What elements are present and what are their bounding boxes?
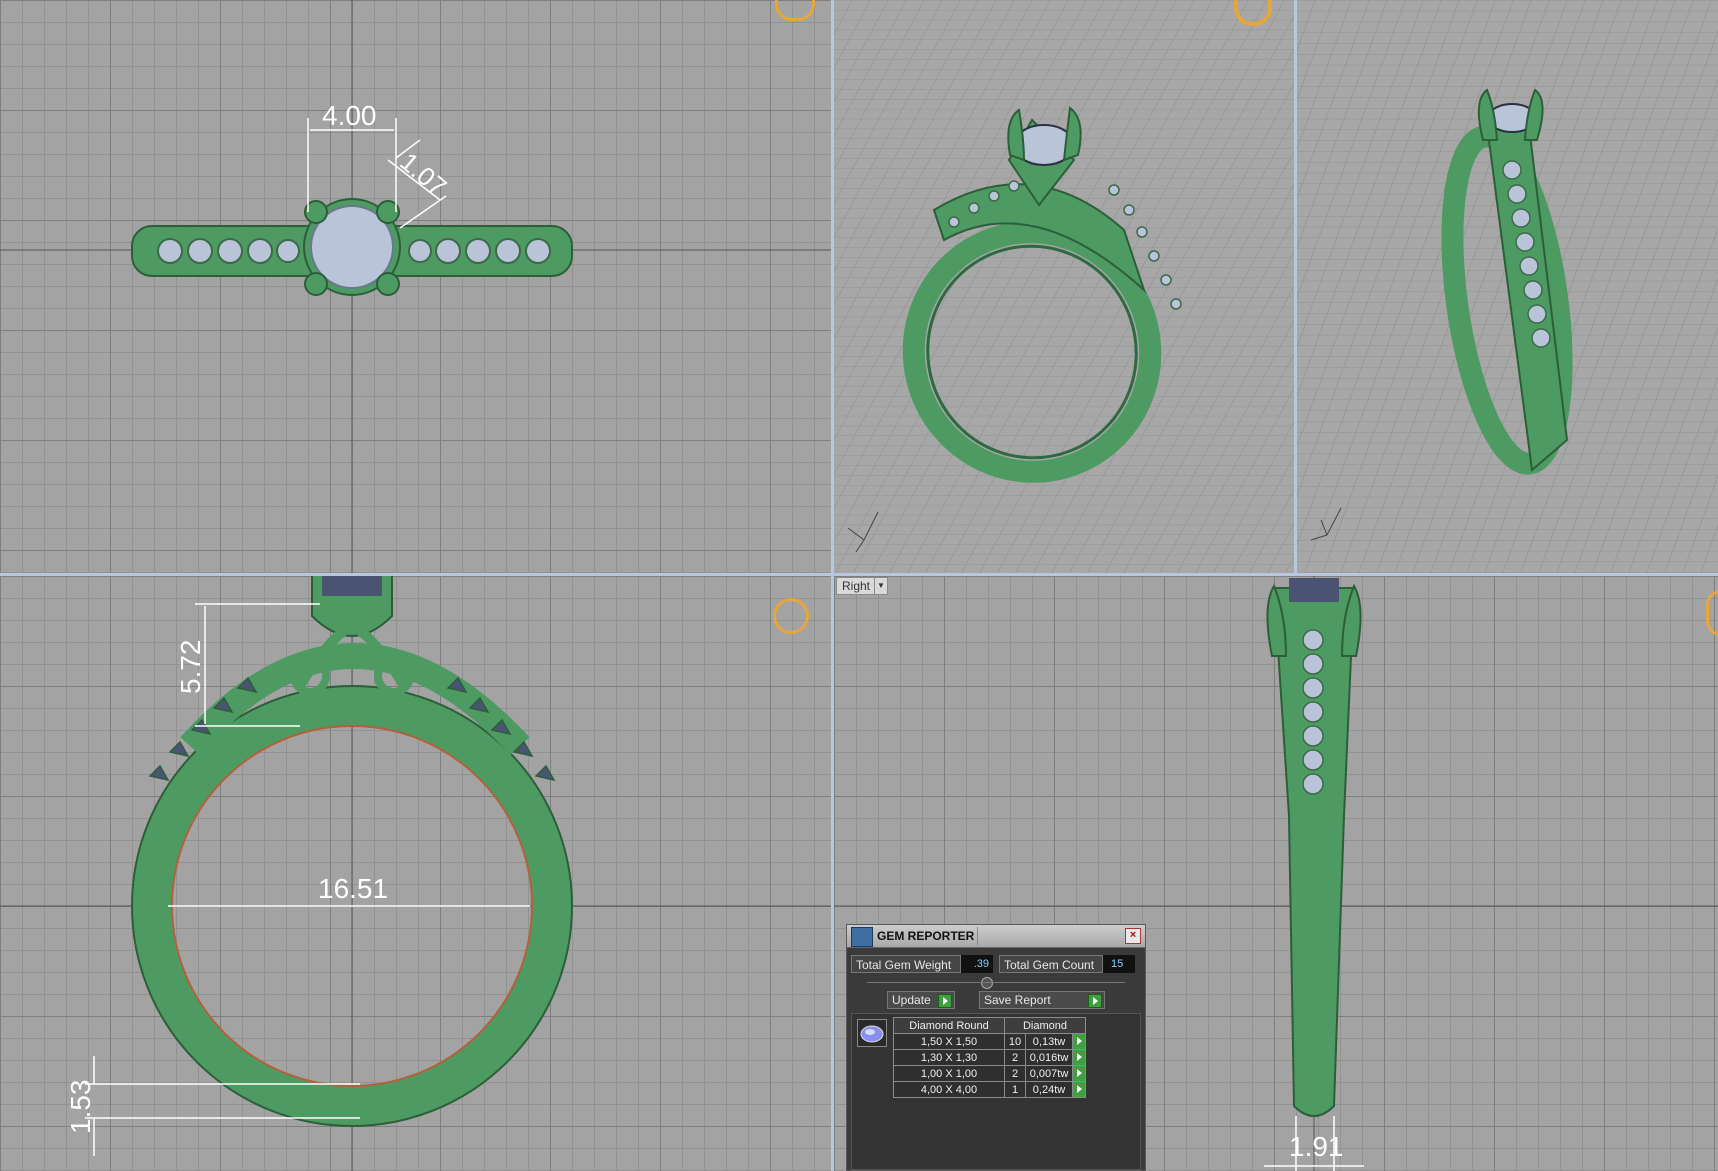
row-select-icon[interactable] [1072,1033,1086,1050]
gem-reporter-icon [851,927,873,947]
title-separator [977,927,978,945]
ring-band-top [131,198,573,296]
row-select-icon[interactable] [1072,1065,1086,1082]
view-selector-label: Right [842,579,871,593]
dim-5-72: 5.72 [175,640,206,695]
viewport-divider-v[interactable] [831,0,834,1171]
front-view-canvas: 5.72 16.51 1.53 [0,576,831,1171]
play-icon [1088,994,1102,1008]
gem-weight: 0,13tw [1025,1033,1073,1050]
collapse-handle[interactable] [981,977,993,989]
viewport-front[interactable]: 5.72 16.51 1.53 [0,576,831,1171]
chevron-down-icon[interactable]: ▼ [874,578,887,594]
table-row[interactable]: 4,00 X 4,00 1 0,24tw [893,1081,1086,1098]
round-gem-icon[interactable] [857,1019,887,1047]
view-selector[interactable]: Right ▼ [836,577,888,595]
dim-1-91: 1.91 [1289,1131,1344,1162]
gem-reporter-titlebar[interactable]: GEM REPORTER × [847,925,1145,948]
ring-icon-corner [773,598,809,634]
viewport-perspective[interactable] [834,0,1294,573]
total-gem-weight-value: .39 [961,955,993,973]
gem-count: 2 [1004,1049,1026,1066]
top-view-canvas: 4.00 1.07 [0,0,831,573]
dim-1-07: 1.07 [394,146,452,202]
gem-table-header-shape: Diamond Round [893,1017,1005,1034]
viewport-perspective-2[interactable] [1297,0,1718,573]
gem-reporter-title: GEM REPORTER [877,929,975,943]
gem-size: 4,00 X 4,00 [893,1081,1005,1098]
gem-count: 1 [1004,1081,1026,1098]
gem-size: 1,30 X 1,30 [893,1049,1005,1066]
save-report-label: Save Report [984,993,1051,1007]
gem-weight: 0,007tw [1025,1065,1073,1082]
table-row[interactable]: 1,00 X 1,00 2 0,007tw [893,1065,1086,1082]
divider-line [867,982,1125,983]
gem-size: 1,00 X 1,00 [893,1065,1005,1082]
viewport-divider-v2[interactable] [1294,0,1297,576]
gem-table: Diamond Round Diamond 1,50 X 1,50 10 0,1… [893,1017,1086,1098]
table-row[interactable]: 1,50 X 1,50 10 0,13tw [893,1033,1086,1050]
ring-icon-corner-2 [1706,590,1718,636]
gem-count: 10 [1004,1033,1026,1050]
gem-count: 2 [1004,1065,1026,1082]
gem-weight: 0,24tw [1025,1081,1073,1098]
total-gem-count-value: 15 [1103,955,1135,973]
gem-table-header-material: Diamond [1004,1017,1086,1034]
row-select-icon[interactable] [1072,1049,1086,1066]
viewport-divider-h[interactable] [0,573,1718,576]
total-gem-count-label: Total Gem Count [999,955,1103,973]
viewport-top[interactable]: 4.00 1.07 [0,0,831,573]
close-icon[interactable]: × [1125,928,1141,944]
diamond-icon [860,1025,884,1043]
gem-reporter-panel[interactable]: GEM REPORTER × Total Gem Weight .39 Tota… [846,924,1146,1171]
perspective-2-canvas [1297,0,1718,573]
play-icon [938,994,952,1008]
dim-16-51: 16.51 [318,873,388,904]
total-gem-weight-label: Total Gem Weight [851,955,961,973]
update-button-label: Update [892,993,931,1007]
dim-1-53: 1.53 [65,1080,96,1135]
row-select-icon[interactable] [1072,1081,1086,1098]
dim-4-00: 4.00 [322,100,377,131]
perspective-canvas [834,0,1294,573]
gem-weight: 0,016tw [1025,1049,1073,1066]
update-button[interactable]: Update [887,991,955,1009]
ring-right-side [1266,578,1362,1117]
save-report-button[interactable]: Save Report [979,991,1105,1009]
gem-size: 1,50 X 1,50 [893,1033,1005,1050]
table-row[interactable]: 1,30 X 1,30 2 0,016tw [893,1049,1086,1066]
